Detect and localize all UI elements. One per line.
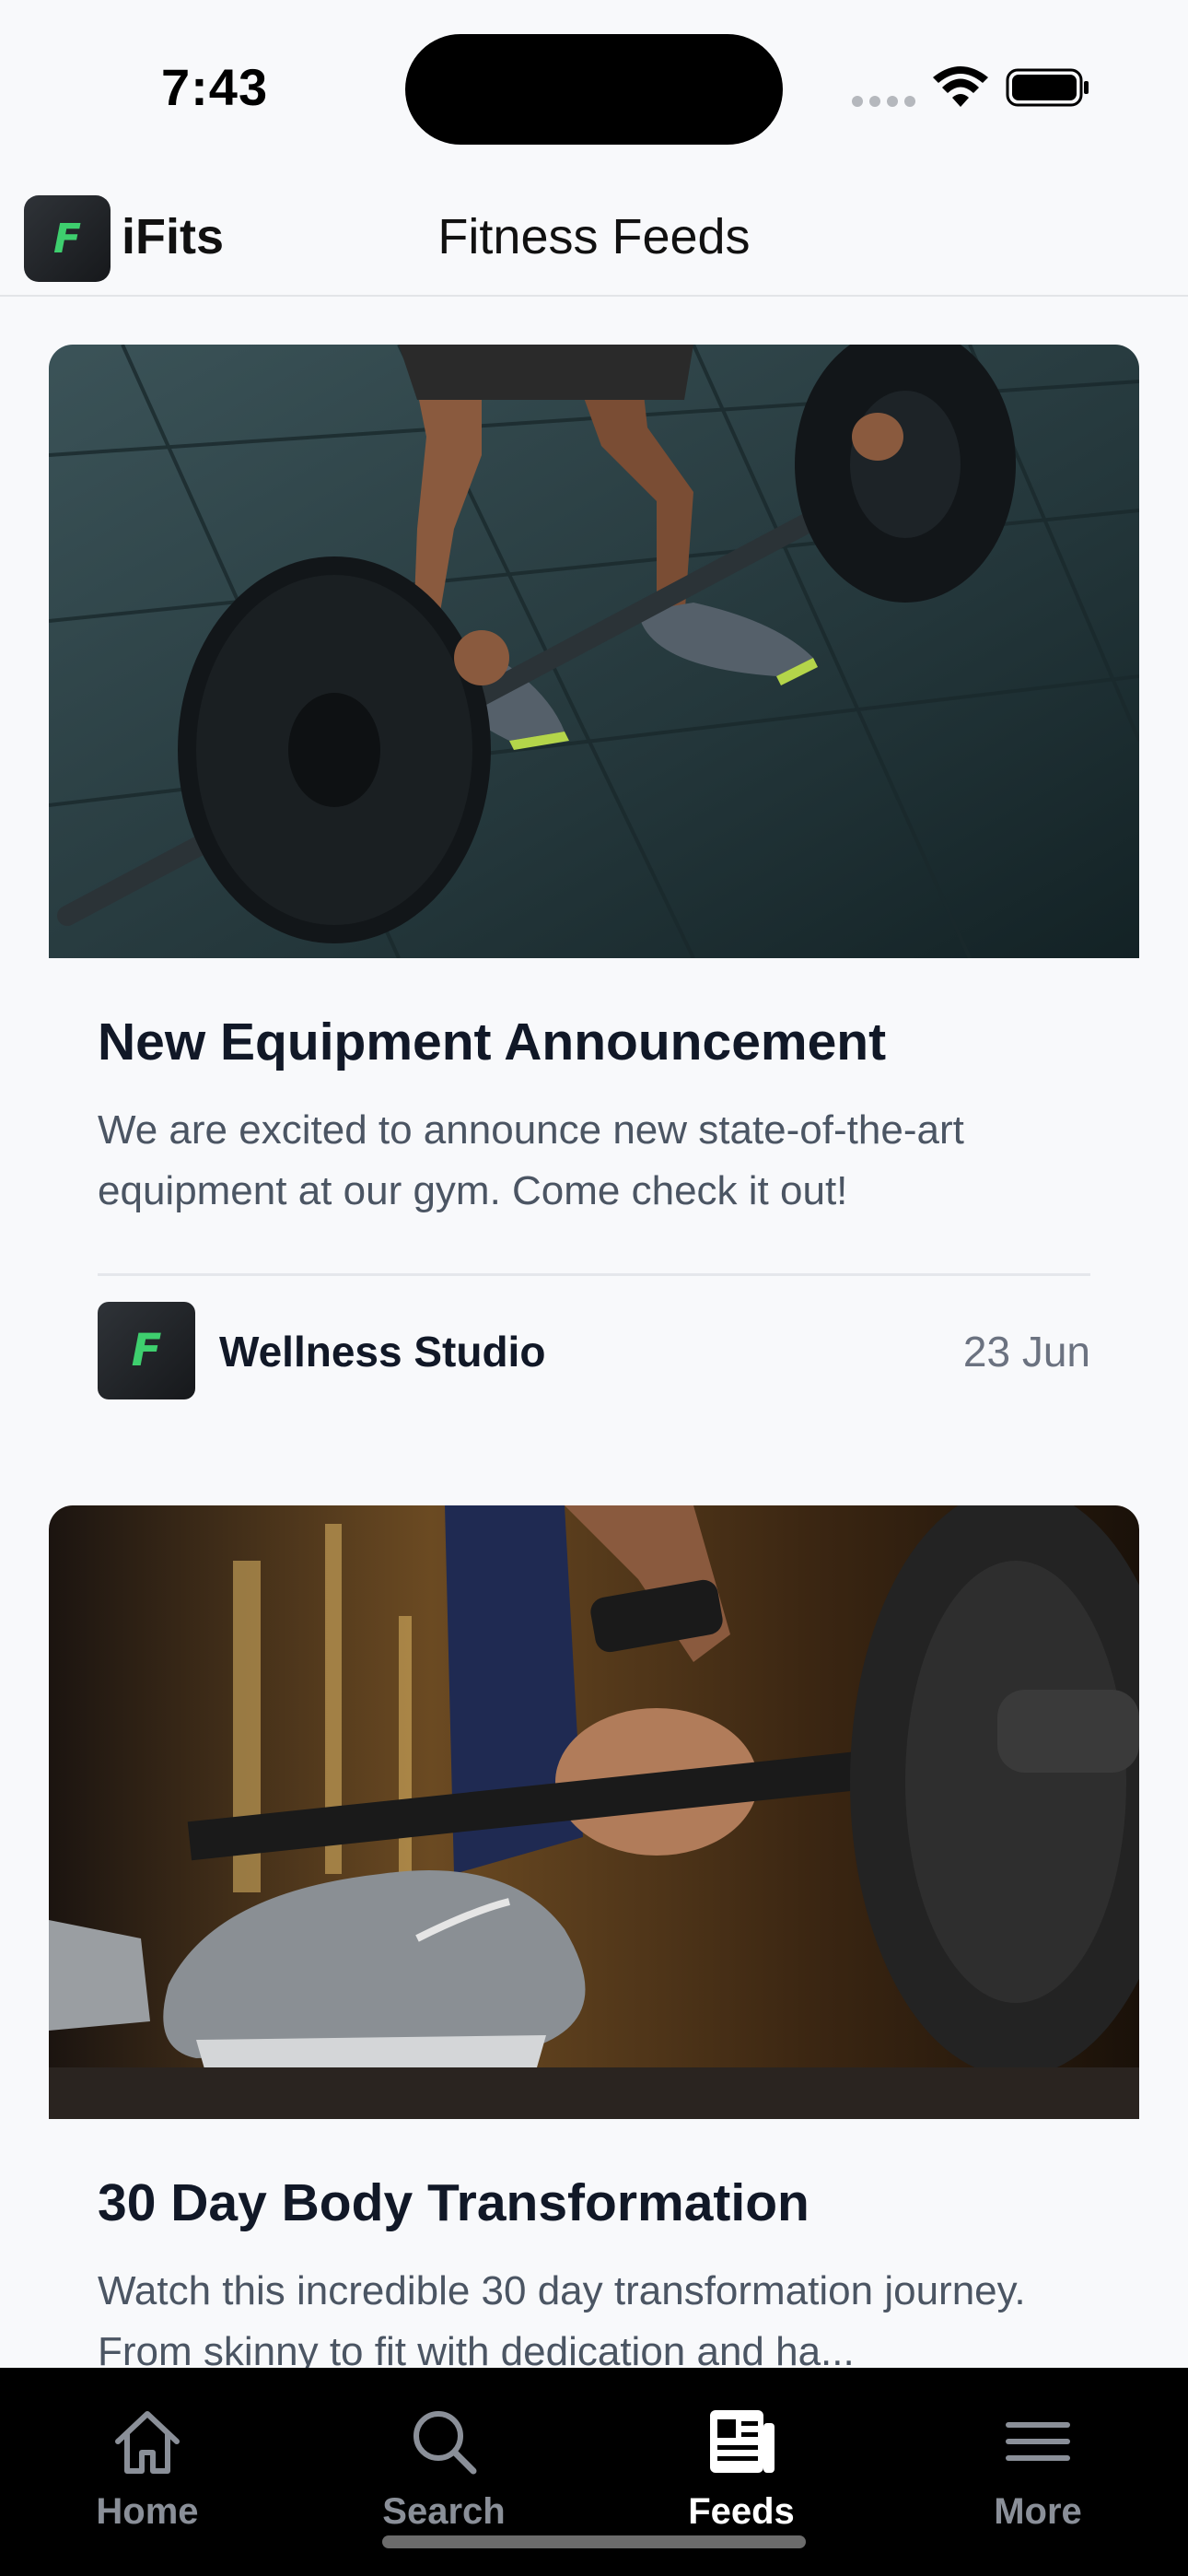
card-divider [98,1273,1090,1276]
menu-icon [1006,2422,1070,2461]
author-avatar-letter: F [131,1325,162,1376]
cellular-signal-icon [852,96,915,107]
battery-icon [1006,68,1089,107]
author-avatar[interactable]: F [98,1302,195,1399]
post-title[interactable]: New Equipment Announcement [98,1012,1139,1072]
app-header: F iFits Fitness Feeds [0,175,1188,297]
home-icon [115,2411,180,2474]
feed-card[interactable]: 30 Day Body Transformation Watch this in… [49,1505,1139,2368]
page-title: Fitness Feeds [437,209,751,264]
post-description: Watch this incredible 30 day transformat… [98,2268,1026,2368]
tab-home[interactable]: Home [37,2405,258,2533]
tab-search-label: Search [382,2491,506,2532]
tab-more-label: More [994,2491,1082,2532]
post-image-grip[interactable] [49,1505,1139,2119]
tab-feeds-label: Feeds [688,2491,795,2532]
post-description: We are excited to announce new state-of-… [98,1107,964,1213]
status-bar: 7:43 [0,0,1188,175]
tab-home-label: Home [96,2491,199,2532]
post-title[interactable]: 30 Day Body Transformation [98,2172,1139,2233]
author-name[interactable]: Wellness Studio [219,1327,545,1376]
feed-list[interactable]: New Equipment Announcement We are excite… [0,297,1188,2368]
wifi-icon [933,66,988,107]
feed-card[interactable]: New Equipment Announcement We are excite… [49,345,1139,1399]
tab-search[interactable]: Search [333,2405,554,2533]
barbell-deadlift-photo [49,345,1139,958]
post-footer: F Wellness Studio 23 Jun [98,1302,1090,1399]
dynamic-island [405,34,783,145]
tab-more[interactable]: More [927,2405,1148,2533]
status-time: 7:43 [161,58,269,116]
barbell-grip-sneaker-photo [49,1505,1139,2119]
post-date: 23 Jun [962,1328,1090,1376]
search-icon [413,2411,477,2475]
home-indicator[interactable] [382,2535,806,2548]
tab-feeds[interactable]: Feeds [631,2405,852,2533]
post-image-deadlift[interactable] [49,345,1139,958]
newspaper-icon [710,2410,775,2473]
